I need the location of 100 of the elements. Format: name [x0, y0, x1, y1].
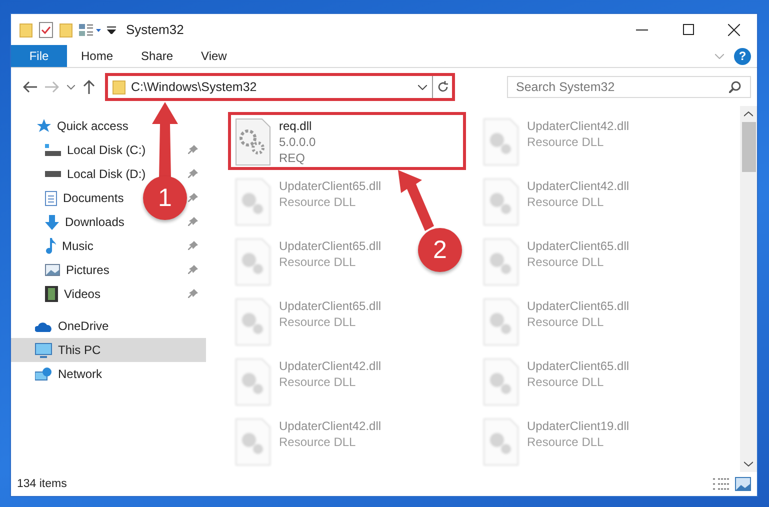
file-name: UpdaterClient65.dll — [527, 298, 630, 314]
settings-file-icon — [235, 118, 271, 166]
minimize-icon — [636, 28, 648, 30]
pin-icon[interactable] — [188, 193, 198, 203]
file-detail: Resource DLL — [527, 254, 605, 270]
up-button[interactable] — [83, 80, 95, 94]
refresh-icon — [436, 81, 448, 93]
back-arrow-icon — [23, 81, 37, 93]
nav-item[interactable]: Documents — [45, 190, 124, 206]
view-options-icon[interactable] — [79, 22, 101, 36]
file-icon — [235, 298, 271, 346]
file-detail: Resource DLL — [279, 314, 357, 330]
file-detail: 5.0.0.0 — [279, 134, 316, 150]
new-folder-icon — [59, 22, 73, 38]
file-detail: Resource DLL — [279, 374, 357, 390]
cloud-icon — [35, 320, 52, 332]
nav-item[interactable]: Videos — [45, 286, 100, 302]
file-icon — [235, 418, 271, 466]
window-title: System32 — [126, 22, 184, 37]
file-name: req.dll — [279, 118, 313, 134]
item-count: 134 items — [17, 478, 68, 490]
file-detail: Resource DLL — [279, 434, 357, 450]
scroll-down-icon[interactable] — [744, 461, 753, 467]
star-icon — [37, 119, 51, 133]
nav-item[interactable]: Local Disk (C:) — [45, 143, 146, 157]
file-name: UpdaterClient42.dll — [279, 418, 382, 434]
details-view-icon[interactable] — [713, 477, 729, 491]
nav-item[interactable]: Local Disk (D:) — [45, 167, 146, 181]
file-name: UpdaterClient42.dll — [527, 118, 630, 134]
chevron-down-icon — [67, 84, 75, 90]
ribbon-tab[interactable]: File — [11, 45, 67, 67]
monitor-icon — [35, 342, 52, 358]
nav-item[interactable]: Quick access — [37, 119, 128, 133]
file-detail: Resource DLL — [279, 194, 357, 210]
download-icon — [45, 214, 59, 230]
file-icon — [483, 118, 519, 166]
file-icon — [483, 178, 519, 226]
file-icon — [483, 358, 519, 406]
file-icon — [483, 298, 519, 346]
thumbnail-view-icon[interactable] — [735, 477, 751, 491]
ribbon-tab[interactable]: View — [187, 45, 241, 67]
file-icon — [235, 238, 271, 286]
nav-item[interactable]: OneDrive — [35, 319, 109, 333]
back-button[interactable] — [23, 81, 37, 93]
file-detail: Resource DLL — [279, 254, 357, 270]
close-icon — [728, 24, 740, 36]
customize-dropdown-icon[interactable] — [107, 26, 116, 34]
help-button[interactable]: ? — [734, 48, 751, 64]
picture-icon — [45, 264, 60, 276]
scrollbar[interactable] — [740, 106, 757, 472]
file-icon — [235, 358, 271, 406]
nav-item[interactable]: Network — [35, 366, 102, 382]
folder-icon — [112, 79, 126, 95]
pin-icon[interactable] — [188, 145, 198, 155]
scroll-thumb[interactable] — [742, 122, 756, 172]
film-icon — [45, 286, 58, 302]
document-icon — [45, 190, 57, 206]
file-name: UpdaterClient65.dll — [279, 178, 382, 194]
scroll-up-icon[interactable] — [744, 111, 753, 117]
drive-icon — [45, 144, 61, 156]
file-detail: Resource DLL — [527, 134, 605, 150]
folder-icon — [19, 22, 33, 38]
file-detail: Resource DLL — [527, 194, 605, 210]
nav-item[interactable]: Pictures — [45, 263, 110, 277]
nav-item[interactable]: Downloads — [45, 214, 124, 230]
nav-item[interactable]: Music — [45, 238, 94, 254]
maximize-icon — [682, 24, 694, 35]
file-name: UpdaterClient65.dll — [527, 358, 630, 374]
file-icon — [483, 418, 519, 466]
file-name: UpdaterClient65.dll — [279, 298, 382, 314]
recent-locations-button[interactable] — [67, 84, 75, 90]
file-detail: REQ — [279, 150, 306, 166]
properties-icon[interactable] — [39, 22, 53, 38]
drive-icon — [45, 171, 61, 177]
pin-icon[interactable] — [188, 169, 198, 179]
file-name: UpdaterClient42.dll — [527, 178, 630, 194]
file-name: UpdaterClient19.dll — [527, 418, 630, 434]
file-detail: Resource DLL — [527, 314, 605, 330]
pointer-arrow — [398, 170, 434, 232]
pin-icon[interactable] — [188, 241, 198, 251]
file-icon — [235, 178, 271, 226]
file-name: UpdaterClient42.dll — [279, 358, 382, 374]
ribbon-tab[interactable]: Home — [67, 45, 128, 67]
file-icon — [483, 238, 519, 286]
file-name: UpdaterClient65.dll — [279, 238, 382, 254]
pin-icon[interactable] — [188, 265, 198, 275]
chevron-down-icon[interactable] — [418, 84, 427, 90]
music-note-icon — [45, 238, 56, 254]
file-name: UpdaterClient65.dll — [527, 238, 630, 254]
pin-icon[interactable] — [188, 289, 198, 299]
file-item[interactable]: req.dll 5.0.0.0 REQ — [228, 112, 466, 170]
address-bar[interactable]: C:\Windows\System32 — [105, 73, 455, 101]
pin-icon[interactable] — [188, 217, 198, 227]
file-detail: Resource DLL — [527, 374, 605, 390]
network-icon — [35, 366, 52, 382]
forward-arrow-icon — [45, 81, 59, 93]
up-arrow-icon — [83, 80, 95, 94]
ribbon-tab[interactable]: Share — [127, 45, 188, 67]
search-field[interactable]: Search System32 — [507, 76, 751, 98]
file-detail: Resource DLL — [527, 434, 605, 450]
